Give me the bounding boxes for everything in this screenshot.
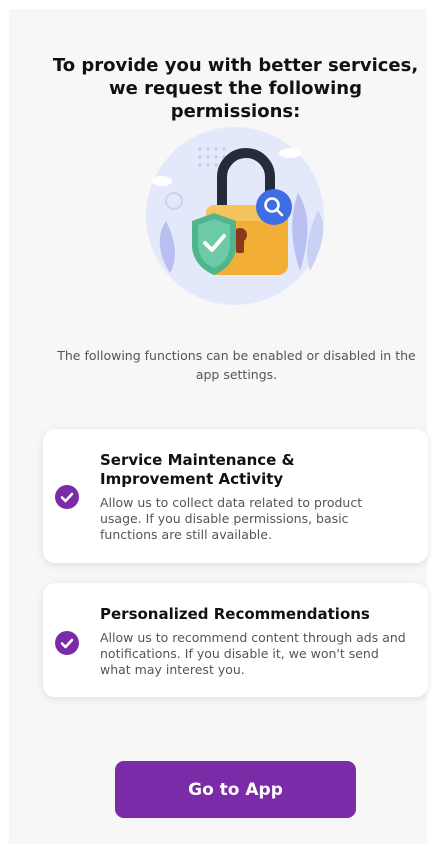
page-title: To provide you with better services, we … xyxy=(52,55,419,122)
permission-title: Personalized Recommendations xyxy=(100,605,370,623)
permission-title: Service Maintenance & Improvement Activi… xyxy=(100,451,295,488)
checkmark-icon[interactable] xyxy=(55,485,79,509)
go-to-app-button[interactable]: Go to App xyxy=(115,761,356,818)
permission-text: Personalized Recommendations Allow us to… xyxy=(100,605,406,678)
checkmark-icon[interactable] xyxy=(55,631,79,655)
permission-card-personalized-recommendations[interactable]: Personalized Recommendations Allow us to… xyxy=(43,583,428,697)
permission-description: Allow us to recommend content through ad… xyxy=(100,630,406,677)
permission-description: Allow us to collect data related to prod… xyxy=(100,495,363,542)
permissions-screen: To provide you with better services, we … xyxy=(9,9,428,844)
permission-text: Service Maintenance & Improvement Activi… xyxy=(100,451,406,543)
page: To provide you with better services, we … xyxy=(0,0,432,846)
padlock-shield-search-icon xyxy=(146,127,324,305)
permission-card-service-maintenance[interactable]: Service Maintenance & Improvement Activi… xyxy=(43,429,428,563)
settings-note: The following functions can be enabled o… xyxy=(57,348,416,382)
